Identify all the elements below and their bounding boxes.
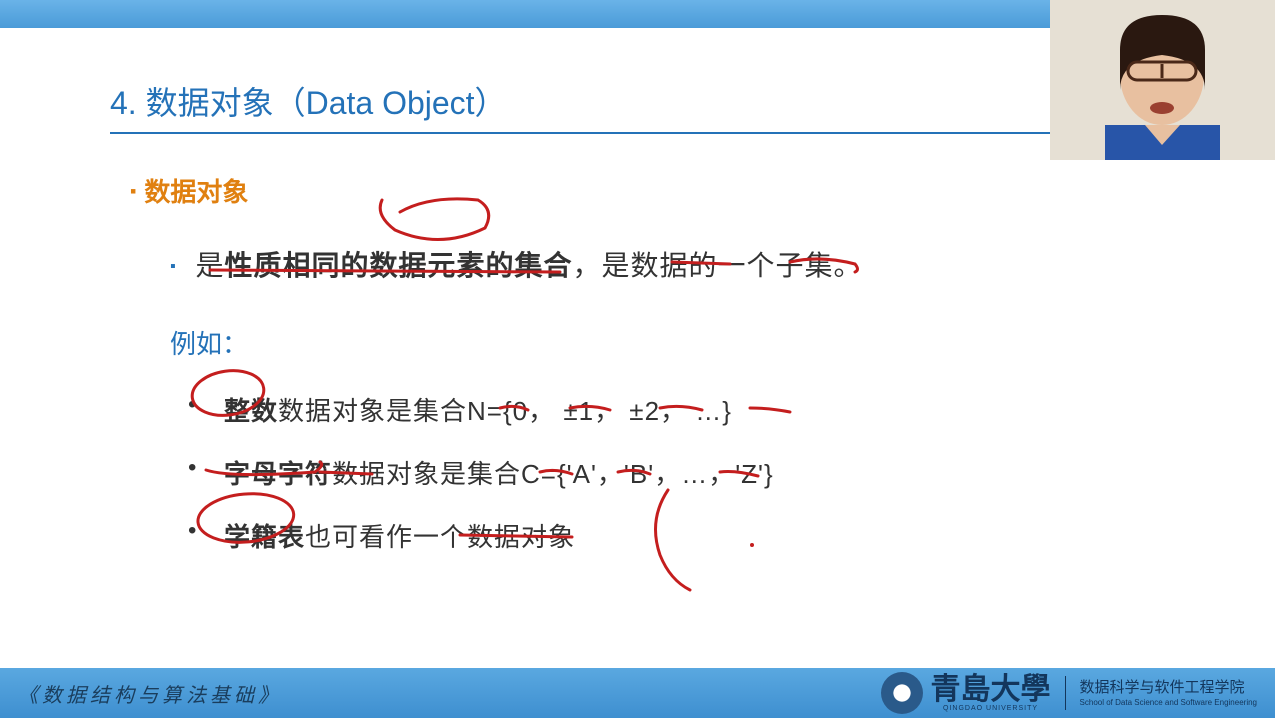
university-logo: 1909 青島大學 QINGDAO UNIVERSITY xyxy=(881,672,1051,714)
def-bold: 性质相同的数据元素的集合 xyxy=(224,250,572,281)
list-item: 整数数据对象是集合N={0， ±1， ±2， …} xyxy=(188,391,1175,428)
definition-line: 是性质相同的数据元素的集合，是数据的一个子集。 xyxy=(170,244,1175,284)
list-item: 字母字符数据对象是集合C={'A'，'B'，…，'Z'} xyxy=(188,454,1175,491)
footer: 《数据结构与算法基础》 1909 青島大學 QINGDAO UNIVERSITY… xyxy=(0,668,1275,718)
slide-title: 4. 数据对象（Data Object） xyxy=(110,78,1070,134)
def-prefix: 是 xyxy=(195,250,224,281)
logo-seal-icon: 1909 xyxy=(881,672,923,714)
example-bold: 学籍表 xyxy=(224,522,305,552)
example-label: 例如： xyxy=(170,324,1175,361)
list-item: 学籍表也可看作一个数据对象 xyxy=(188,517,1175,554)
school-name-en: School of Data Science and Software Engi… xyxy=(1080,698,1257,708)
example-rest: 数据对象是集合C={'A'，'B'，…，'Z'} xyxy=(332,459,774,489)
def-suffix: ，是数据的一个子集。 xyxy=(572,250,862,281)
example-bold: 整数 xyxy=(224,396,278,426)
university-name-en: QINGDAO UNIVERSITY xyxy=(931,705,1051,712)
footer-right: 1909 青島大學 QINGDAO UNIVERSITY 数据科学与软件工程学院… xyxy=(881,672,1257,714)
school-name-cn: 数据科学与软件工程学院 xyxy=(1080,678,1257,698)
school-block: 数据科学与软件工程学院 School of Data Science and S… xyxy=(1080,678,1257,708)
university-name-cn: 青島大學 xyxy=(931,675,1051,705)
course-title: 《数据结构与算法基础》 xyxy=(18,679,282,708)
example-rest: 也可看作一个数据对象 xyxy=(305,522,575,552)
divider xyxy=(1065,676,1066,710)
presenter-video xyxy=(1050,0,1275,160)
example-rest: 数据对象是集合N={0， ±1， ±2， …} xyxy=(278,396,732,426)
example-list: 整数数据对象是集合N={0， ±1， ±2， …} 字母字符数据对象是集合C={… xyxy=(188,391,1175,554)
example-bold: 字母字符 xyxy=(224,459,332,489)
section-header: 数据对象 xyxy=(130,172,1175,209)
